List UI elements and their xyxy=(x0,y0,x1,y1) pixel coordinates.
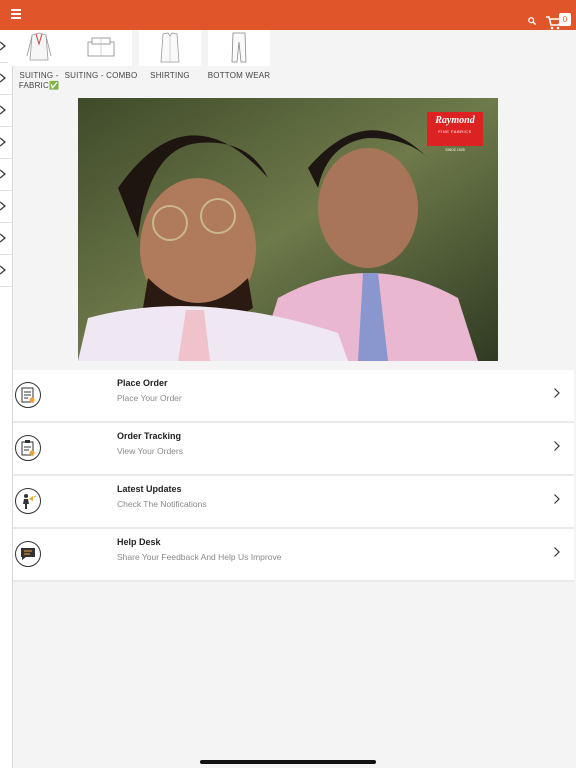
chevron-right-icon xyxy=(0,169,6,179)
menu-item-subtitle: View Your Orders xyxy=(117,446,183,456)
menu-item-title: Help Desk xyxy=(117,537,161,547)
brand-since: SINCE 1925 xyxy=(445,148,465,152)
chevron-right-icon xyxy=(0,233,6,243)
chevron-right-icon xyxy=(554,441,560,451)
chevron-right-icon xyxy=(0,137,6,147)
brand-name: Raymond xyxy=(435,115,475,126)
chat-icon xyxy=(15,541,41,567)
jacket-icon xyxy=(8,30,70,66)
chevron-right-icon xyxy=(554,547,560,557)
app-header: 0 xyxy=(0,0,576,30)
drawer-item[interactable] xyxy=(0,223,12,255)
drawer-item[interactable] xyxy=(0,159,12,191)
drawer-item[interactable] xyxy=(0,191,12,223)
clipboard-icon xyxy=(15,435,41,461)
menu-item-subtitle: Check The Notifications xyxy=(117,499,207,509)
menu-item-latest-updates[interactable]: Latest Updates Check The Notifications xyxy=(13,476,574,529)
menu-item-subtitle: Share Your Feedback And Help Us Improve xyxy=(117,552,282,562)
category-shirting[interactable]: SHIRTING xyxy=(139,30,201,90)
folded-shirt-icon xyxy=(70,30,132,66)
menu-item-title: Place Order xyxy=(117,378,168,388)
menu-item-title: Order Tracking xyxy=(117,431,182,441)
chevron-right-icon xyxy=(554,388,560,398)
menu-item-place-order[interactable]: Place Order Place Your Order xyxy=(13,370,574,423)
drawer-item[interactable] xyxy=(0,255,12,287)
category-bottom-wear[interactable]: BOTTOM WEAR xyxy=(208,30,270,90)
menu-item-help-desk[interactable]: Help Desk Share Your Feedback And Help U… xyxy=(13,529,574,582)
menu-item-title: Latest Updates xyxy=(117,484,182,494)
brand-logo: Raymond FINE FABRICS xyxy=(427,112,483,146)
category-suiting-combo[interactable]: SUITING - COMBO xyxy=(65,30,137,90)
search-icon[interactable] xyxy=(528,17,536,25)
promo-banner[interactable]: Raymond FINE FABRICS SINCE 1925 xyxy=(78,98,498,361)
side-drawer[interactable] xyxy=(0,30,13,768)
menu-item-subtitle: Place Your Order xyxy=(117,393,182,403)
chevron-right-icon xyxy=(0,105,6,115)
trousers-icon xyxy=(208,30,270,66)
chevron-right-icon xyxy=(554,494,560,504)
chevron-right-icon xyxy=(0,201,6,211)
category-label: SUITING - COMBO xyxy=(64,71,138,80)
drawer-item[interactable] xyxy=(0,95,12,127)
menu-item-order-tracking[interactable]: Order Tracking View Your Orders xyxy=(13,423,574,476)
shirt-icon xyxy=(139,30,201,66)
category-label: SHIRTING xyxy=(150,71,190,80)
checklist-icon xyxy=(15,382,41,408)
chevron-right-icon xyxy=(0,265,6,275)
category-label: BOTTOM WEAR xyxy=(207,71,271,80)
home-menu-list: Place Order Place Your Order Order Track… xyxy=(13,370,574,582)
cart-count-badge: 0 xyxy=(559,13,571,26)
category-strip: SUITING - FABRIC✅ SUITING - COMBO SHIRTI… xyxy=(0,30,576,96)
announcer-icon xyxy=(15,488,41,514)
category-suiting-fabric[interactable]: SUITING - FABRIC✅ xyxy=(8,30,70,90)
menu-icon[interactable] xyxy=(11,9,21,21)
brand-tagline: FINE FABRICS xyxy=(438,129,472,134)
drawer-item[interactable] xyxy=(0,127,12,159)
home-indicator[interactable] xyxy=(200,760,376,764)
